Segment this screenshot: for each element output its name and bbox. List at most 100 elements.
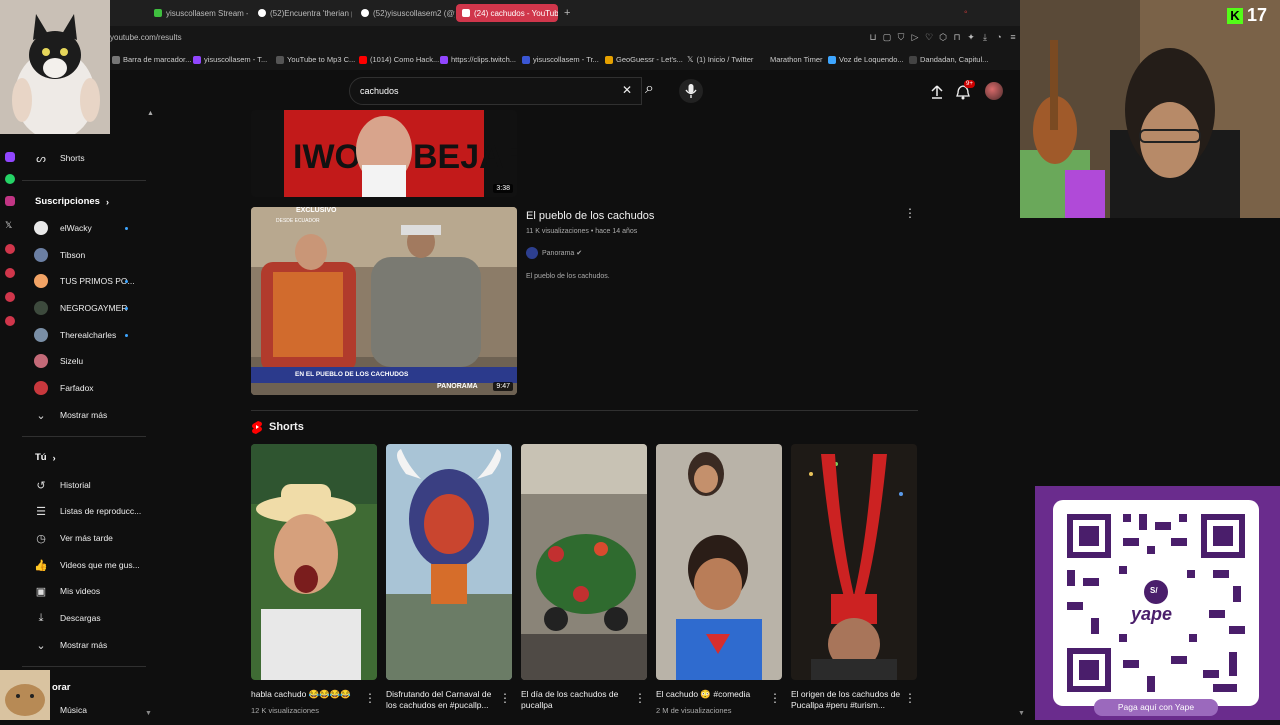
live-indicator — [125, 280, 128, 283]
sidebar-item-playlists[interactable]: ☰ Listas de reproducc... — [34, 501, 141, 521]
shorts-logo-icon — [252, 421, 262, 434]
bookmark-item[interactable]: YouTube to Mp3 C... — [276, 55, 355, 64]
short-thumbnail[interactable] — [386, 444, 512, 680]
you-heading[interactable]: Tú › — [35, 452, 56, 463]
subscription-item[interactable]: Therealcharles — [34, 325, 116, 345]
new-tab-button[interactable]: + — [558, 4, 572, 22]
search-icon[interactable]: ⌕ — [645, 80, 654, 98]
screenshot-icon[interactable]: ▢ — [882, 32, 892, 42]
subscription-item[interactable]: TUS PRIMOS PO... — [34, 271, 135, 291]
bookmark-icon[interactable]: ⊔ — [868, 32, 878, 42]
more-options-icon[interactable]: ⋮ — [499, 692, 511, 704]
voice-search-button[interactable] — [679, 79, 703, 103]
more-options-icon[interactable]: ⋮ — [904, 207, 916, 219]
bookmark-item[interactable]: yisuscollasem - T... — [193, 55, 267, 64]
subscription-item[interactable]: Farfadox — [34, 378, 94, 398]
account-avatar[interactable] — [985, 82, 1003, 100]
short-title[interactable]: El día de los cachudos de pucallpa — [521, 689, 633, 711]
bookmark-item[interactable]: (1014) Como Hack... — [359, 55, 439, 64]
sidebar-item-shorts[interactable]: ᔕ Shorts — [34, 148, 84, 168]
notifications-button[interactable]: 9+ — [955, 80, 975, 105]
more-options-icon[interactable]: ⋮ — [634, 692, 646, 704]
bookmark-item[interactable]: Barra de marcador... — [112, 55, 191, 64]
avatar — [34, 301, 48, 315]
clear-search-icon[interactable]: ✕ — [622, 83, 632, 97]
x-logo-icon[interactable]: 𝕏 — [5, 220, 15, 230]
app-icon[interactable] — [5, 268, 15, 278]
chevron-down-icon: ⌄ — [36, 639, 46, 652]
channel-link[interactable]: Panorama ✔ — [526, 247, 582, 259]
extension-icon[interactable]: ⬡ — [938, 32, 948, 42]
sidebar-scroll-down-icon[interactable]: ▼ — [145, 710, 152, 717]
more-options-icon[interactable]: ⋮ — [904, 692, 916, 704]
webcam-image — [1020, 0, 1280, 218]
subscription-item[interactable]: NEGROGAYMER — [34, 298, 127, 318]
subscriptions-heading[interactable]: Suscripciones › — [35, 196, 109, 207]
bookmark-item[interactable]: Dandadan, Capitul... — [909, 55, 988, 64]
short-thumbnail[interactable] — [656, 444, 782, 680]
subscription-item[interactable]: Sizelu — [34, 351, 83, 371]
show-more-button[interactable]: ⌄ Mostrar más — [34, 635, 107, 655]
browser-tab[interactable]: (52)yisuscollasem2 (@yis — [355, 4, 455, 22]
short-title[interactable]: El origen de los cachudos de Pucallpa #p… — [791, 689, 903, 711]
shield-icon[interactable]: ⛉ — [896, 32, 906, 42]
bookmark-item[interactable]: Voz de Loquendo... — [828, 55, 904, 64]
whatsapp-icon[interactable] — [5, 174, 15, 184]
twitch-icon[interactable] — [5, 152, 15, 162]
video-duration: 3:38 — [493, 184, 513, 193]
sidebar-item-music[interactable]: Música — [60, 700, 87, 720]
app-rail: 𝕏 — [0, 140, 20, 340]
short-title[interactable]: habla cachudo 😂😂😂😂 — [251, 689, 363, 700]
short-thumbnail[interactable] — [521, 444, 647, 680]
sidebar-item-watch-later[interactable]: ◷ Ver más tarde — [34, 528, 113, 548]
bookmark-item[interactable]: https://clips.twitch... — [440, 55, 516, 64]
bookmark-item[interactable]: yisuscollasem - Tr... — [522, 55, 599, 64]
lock-icon[interactable]: ⊓ — [952, 32, 962, 42]
show-more-button[interactable]: ⌄ Mostrar más — [34, 405, 107, 425]
browser-tab-active[interactable]: (24) cachudos - YouTube — [456, 4, 558, 22]
play-icon[interactable]: ▷ — [910, 32, 920, 42]
puzzle-icon[interactable]: ✦ — [966, 32, 976, 42]
short-title[interactable]: Disfrutando del Carnaval de los cachudos… — [386, 689, 498, 711]
url-text[interactable]: youtube.com/results — [110, 33, 182, 42]
video-thumbnail[interactable]: EXCLUSIVO DESDE ECUADOR EN EL PUEBLO DE … — [251, 207, 517, 395]
search-box[interactable] — [349, 77, 642, 105]
profile-icon[interactable]: ◔ — [994, 32, 1004, 42]
x-logo-icon: 𝕏 — [687, 55, 694, 64]
short-thumbnail[interactable] — [791, 444, 917, 680]
upload-button[interactable] — [929, 84, 945, 105]
sidebar-item-liked[interactable]: 👍 Videos que me gus... — [34, 555, 140, 575]
browser-tab[interactable]: (52)Encuentra 'therian pe — [252, 4, 352, 22]
minimize-icon[interactable]: ◦ — [964, 7, 968, 18]
search-input[interactable] — [360, 86, 610, 96]
avatar — [34, 221, 48, 235]
folder-icon — [112, 55, 120, 64]
sidebar-item-history[interactable]: ↺ Historial — [34, 475, 90, 495]
scroll-down-icon[interactable]: ▼ — [1018, 710, 1025, 717]
subscription-item[interactable]: elWacky — [34, 218, 92, 238]
short-thumbnail[interactable] — [251, 444, 377, 680]
short-title[interactable]: El cachudo 😳 #comedia — [656, 689, 768, 700]
bookmark-item[interactable]: GeoGuessr - Let's... — [605, 55, 683, 64]
settings-icon[interactable] — [5, 316, 15, 326]
bookmark-item[interactable]: 𝕏 (1) Inicio / Twitter — [687, 55, 753, 64]
scroll-up-icon[interactable]: ▲ — [147, 110, 154, 117]
app-icon[interactable] — [5, 244, 15, 254]
more-options-icon[interactable]: ⋮ — [364, 692, 376, 704]
sidebar-item-downloads[interactable]: ⤓ Descargas — [34, 608, 101, 628]
app-icon[interactable] — [5, 292, 15, 302]
video-title[interactable]: El pueblo de los cachudos — [526, 210, 654, 222]
menu-icon[interactable]: ≡ — [1008, 32, 1018, 42]
sidebar-item-my-videos[interactable]: ▣ Mis videos — [34, 581, 100, 601]
video-thumbnail[interactable]: IWO BEJAR 3:38 — [251, 110, 517, 197]
bookmark-item[interactable]: Marathon Timer — [770, 55, 823, 64]
heart-icon[interactable]: ♡ — [924, 32, 934, 42]
mic-icon — [685, 84, 697, 98]
history-icon: ↺ — [36, 479, 46, 492]
download-icon[interactable]: ⤓ — [980, 32, 990, 42]
more-options-icon[interactable]: ⋮ — [769, 692, 781, 704]
subscription-item[interactable]: Tibson — [34, 245, 85, 265]
browser-tab[interactable]: yisuscollasem Stream - W — [148, 4, 248, 22]
instagram-icon[interactable] — [5, 196, 15, 206]
divider — [22, 180, 146, 181]
